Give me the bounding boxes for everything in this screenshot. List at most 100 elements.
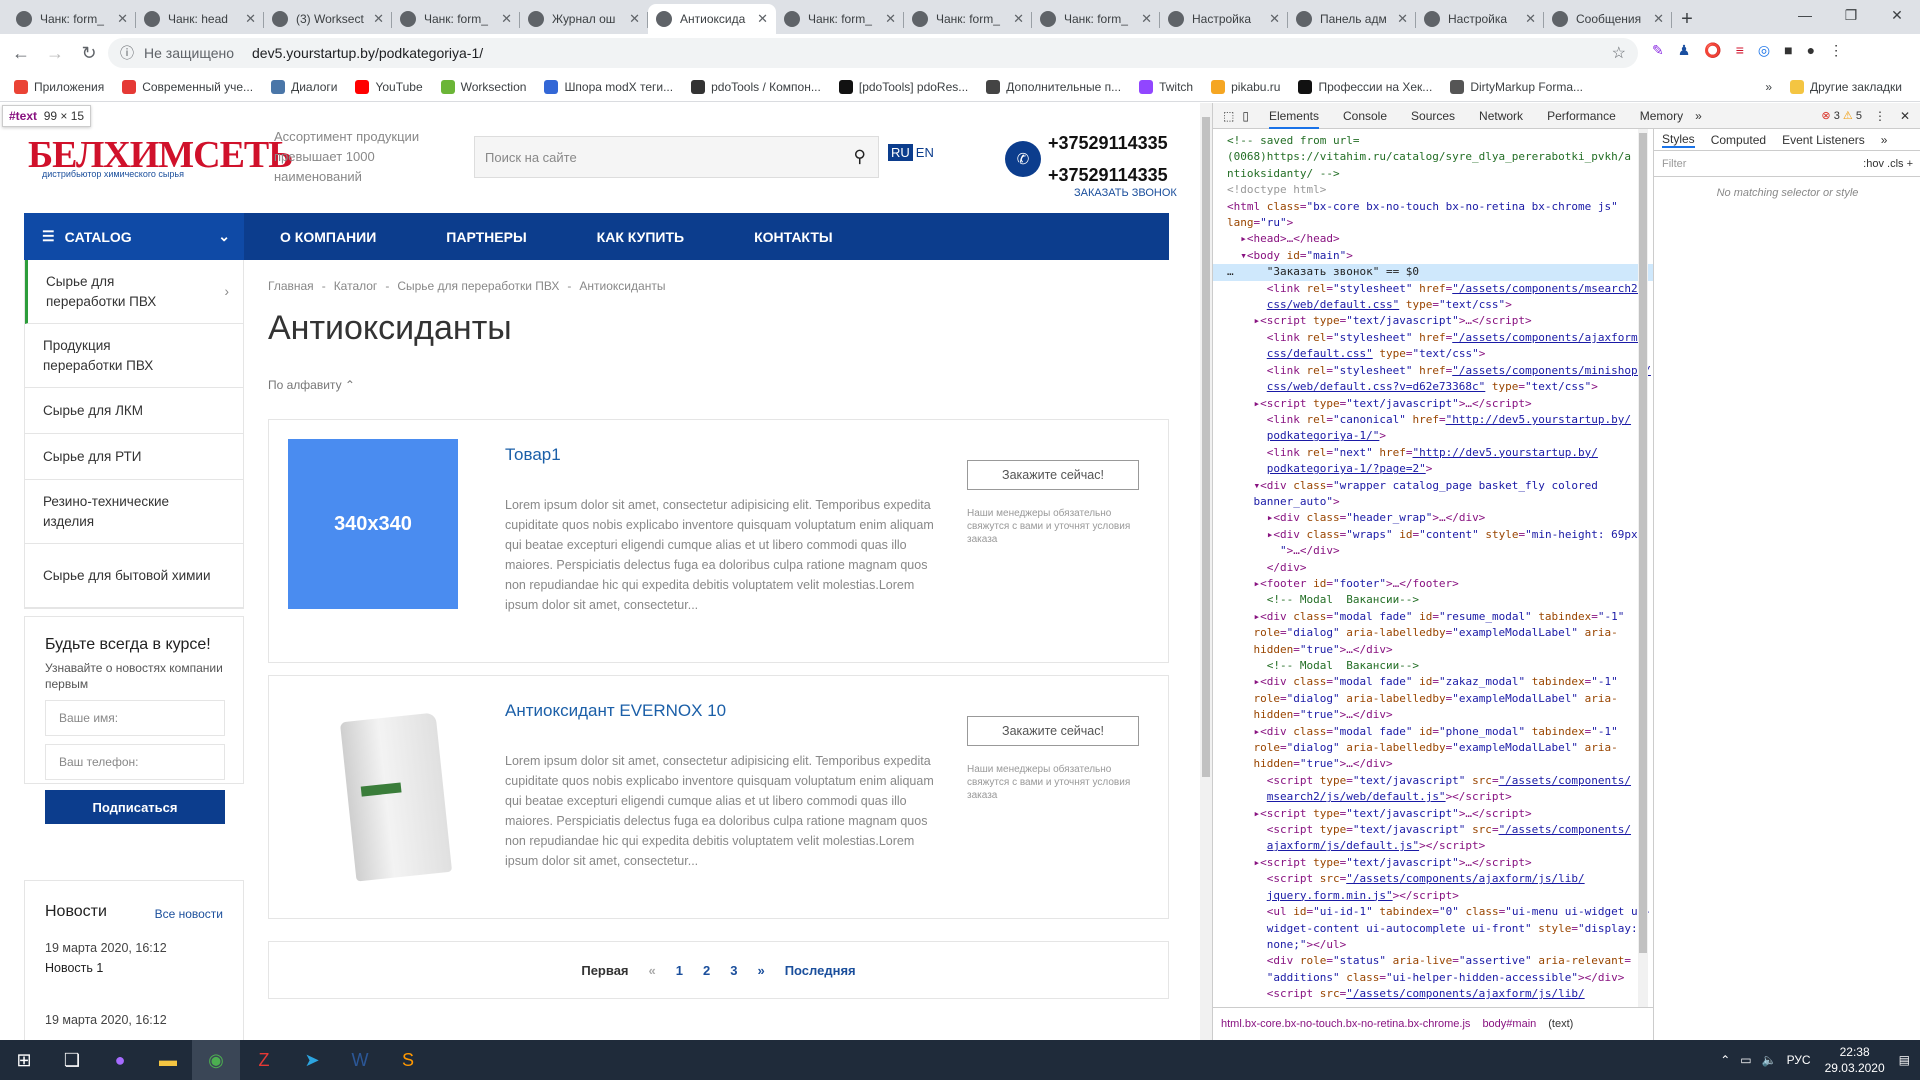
browser-tab[interactable]: Чанк: form_ ✕ [904,4,1032,34]
opera-extension-icon[interactable]: ⭕ [1704,42,1721,59]
dom-line[interactable]: <link rel="canonical" href="http://dev5.… [1213,412,1653,428]
bookmark-item[interactable]: YouTube [355,79,423,94]
crumb-body[interactable]: body#main [1482,1018,1536,1030]
bookmark-item[interactable]: pikabu.ru [1211,79,1280,94]
crumb-text[interactable]: (text) [1548,1018,1573,1030]
bookmark-item[interactable]: Дополнительные п... [986,79,1121,94]
search-icon[interactable]: ⚲ [854,147,866,167]
browser-tab[interactable]: Настройка ✕ [1416,4,1544,34]
name-field[interactable]: Ваше имя: [45,700,225,736]
browser-tab[interactable]: (3) Worksect ✕ [264,4,392,34]
back-icon[interactable]: ← [4,36,38,70]
dom-line[interactable]: lang="ru"> [1213,215,1653,231]
file-explorer-icon[interactable]: ▬ [144,1040,192,1080]
dom-line[interactable]: css/web/default.css?v=d62e73368c" type="… [1213,379,1653,395]
nav-partners[interactable]: ПАРТНЕРЫ [446,229,526,245]
dom-line[interactable]: <div role="status" aria-live="assertive"… [1213,953,1653,969]
sublime-icon[interactable]: S [384,1040,432,1080]
sidebar-item-household[interactable]: Сырье для бытовой химии [25,544,243,608]
other-bookmarks[interactable]: Другие закладки [1790,79,1902,94]
bookmark-item[interactable]: Профессии на Хек... [1298,79,1432,94]
subscribe-button[interactable]: Подписаться [45,790,225,824]
nav-how-to-buy[interactable]: КАК КУПИТЬ [597,229,684,245]
dom-line[interactable]: hidden="true">…</div> [1213,707,1653,723]
product-image[interactable] [288,695,458,882]
browser-tab[interactable]: Чанк: form_ ✕ [392,4,520,34]
dom-line[interactable]: <!-- saved from url= [1213,133,1653,149]
bookmark-item[interactable]: Twitch [1139,79,1193,94]
pen-extension-icon[interactable]: ✎ [1652,42,1664,59]
dom-line[interactable]: "additions" class="ui-helper-hidden-acce… [1213,970,1653,986]
dom-line[interactable]: ▸<div class="modal fade" id="phone_modal… [1213,724,1653,740]
network-icon[interactable]: ▭ [1740,1053,1751,1067]
dom-line[interactable]: <!-- Modal Вакансии--> [1213,592,1653,608]
dom-line[interactable]: widget-content ui-autocomplete ui-front"… [1213,921,1653,937]
browser-tab[interactable]: Чанк: form_ ✕ [776,4,904,34]
dom-line[interactable]: <link rel="next" href="http://dev5.yours… [1213,445,1653,461]
tab-computed[interactable]: Computed [1711,133,1766,147]
tab-close-icon[interactable]: ✕ [1653,11,1664,27]
tab-sources[interactable]: Sources [1411,109,1455,123]
order-now-button[interactable]: Закажите сейчас! [967,716,1139,746]
tab-close-icon[interactable]: ✕ [1269,11,1280,27]
tab-styles[interactable]: Styles [1662,132,1695,148]
dom-line[interactable]: ▾<body id="main"> [1213,248,1653,264]
tab-close-icon[interactable]: ✕ [885,11,896,27]
catalog-button[interactable]: ☰ CATALOG ⌄ [24,213,244,260]
pager-last[interactable]: Последняя [785,963,856,978]
bookmark-item[interactable]: Современный уче... [122,79,253,94]
sidebar-item-lkm[interactable]: Сырье для ЛКМ [25,388,243,434]
dom-line[interactable]: hidden="true">…</div> [1213,756,1653,772]
close-window-icon[interactable]: ✕ [1874,0,1920,30]
dom-line[interactable]: ▸<script type="text/javascript">…</scrip… [1213,855,1653,871]
dom-line[interactable]: podkategoriya-1/"> [1213,428,1653,444]
product-name[interactable]: Антиоксидант EVERNOX 10 [505,701,726,721]
tray-chevron-icon[interactable]: ⌃ [1720,1053,1730,1067]
telegram-icon[interactable]: ➤ [288,1040,336,1080]
styles-filter-input[interactable]: Filter :hov .cls + [1654,151,1920,177]
tab-console[interactable]: Console [1343,109,1387,123]
callback-link[interactable]: ЗАКАЗАТЬ ЗВОНОК [1074,187,1177,199]
product-image-placeholder[interactable]: 340x340 [288,439,458,609]
dom-line[interactable]: hidden="true">…</div> [1213,642,1653,658]
language-indicator[interactable]: РУС [1787,1053,1811,1067]
skype-extension-icon[interactable]: ◎ [1758,42,1770,59]
dom-line[interactable]: ▸<div class="modal fade" id="zakaz_modal… [1213,674,1653,690]
dom-line[interactable]: ntioksidanty/ --> [1213,166,1653,182]
forward-icon[interactable]: → [38,36,72,70]
browser-tab[interactable]: Чанк: form_ ✕ [1032,4,1160,34]
search-input[interactable]: Поиск на сайте ⚲ [474,136,879,178]
dom-line[interactable]: banner_auto"> [1213,494,1653,510]
dom-line[interactable]: <html class="bx-core bx-no-touch bx-no-r… [1213,199,1653,215]
minimize-icon[interactable]: — [1782,0,1828,30]
browser-tab[interactable]: Чанк: form_ ✕ [8,4,136,34]
dom-line[interactable]: (0068)https://vitahim.ru/catalog/syre_dl… [1213,149,1653,165]
breadcrumb-category[interactable]: Сырье для переработки ПВХ [397,279,559,293]
pager-page-2[interactable]: 2 [703,963,710,978]
tab-event-listeners[interactable]: Event Listeners [1782,133,1865,147]
pager-next[interactable]: » [757,963,764,978]
pager-first[interactable]: Первая [581,963,628,978]
tab-close-icon[interactable]: ✕ [1013,11,1024,27]
dom-line[interactable]: <link rel="stylesheet" href="/assets/com… [1213,330,1653,346]
dom-line[interactable]: ▸<div class="wraps" id="content" style="… [1213,527,1653,543]
sidebar-item-rti[interactable]: Сырье для РТИ [25,434,243,480]
sidebar-item-pvc-raw[interactable]: Сырье для переработки ПВХ › [25,260,243,324]
pager-page-1[interactable]: 1 [676,963,683,978]
browser-tab[interactable]: Журнал ош ✕ [520,4,648,34]
dom-line[interactable]: ajaxform/js/default.js"></script> [1213,838,1653,854]
tab-close-icon[interactable]: ✕ [117,11,128,27]
tab-network[interactable]: Network [1479,109,1523,123]
reload-icon[interactable]: ↻ [72,36,106,70]
phone-number-2[interactable]: +37529114335 [1048,165,1168,186]
extension-icon[interactable]: ♟ [1678,42,1691,59]
dom-line[interactable]: <link rel="stylesheet" href="/assets/com… [1213,363,1653,379]
filezilla-icon[interactable]: Z [240,1040,288,1080]
dom-scrollbar[interactable] [1638,129,1648,1007]
browser-tab[interactable]: Сообщения ✕ [1544,4,1672,34]
new-tab-icon[interactable]: + [1672,4,1702,34]
sidebar-item-pvc-products[interactable]: Продукция переработки ПВХ [25,324,243,388]
tab-elements[interactable]: Elements [1268,109,1319,129]
all-news-link[interactable]: Все новости [155,907,223,921]
cube-extension-icon[interactable]: ■ [1784,42,1792,59]
